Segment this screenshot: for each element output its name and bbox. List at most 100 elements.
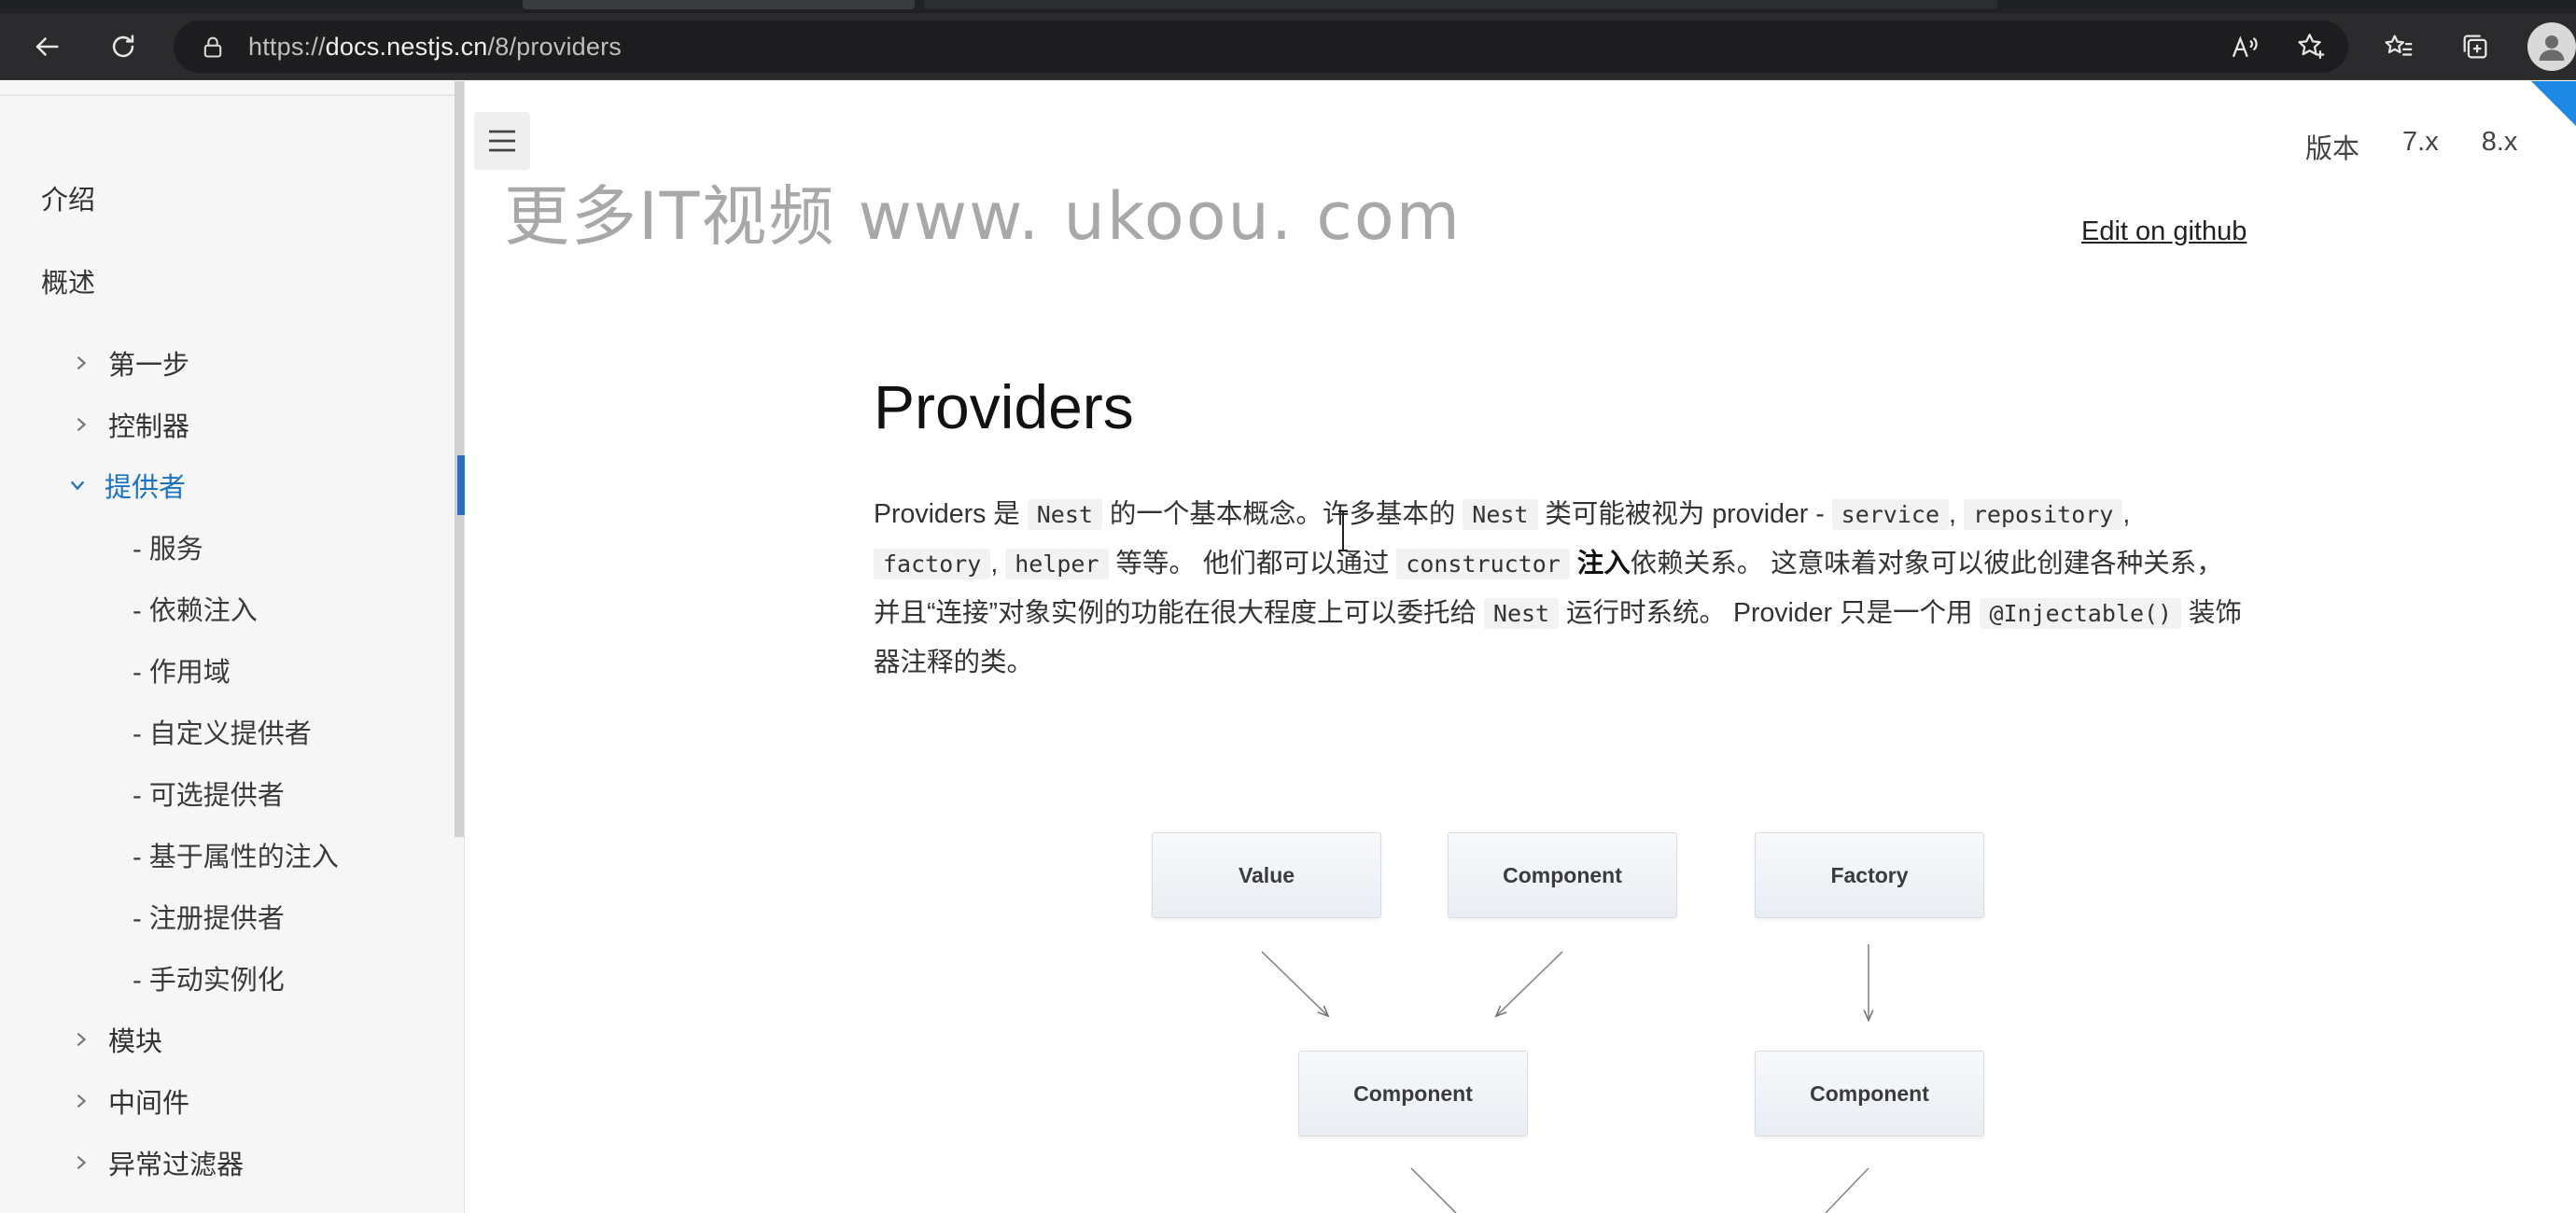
browser-toolbar: https://docs.nestjs.cn/8/providers [0,13,2576,80]
intro-text: , [1949,499,1964,529]
edit-on-github-link[interactable]: Edit on github [2081,216,2247,247]
read-aloud-icon [2233,35,2258,58]
add-favorite-button[interactable] [2287,22,2335,71]
url-host: docs.nestjs.cn [325,32,488,61]
diagram-node-component: Component [1448,832,1677,918]
sidebar-group-middleware[interactable]: 中间件 [0,1075,455,1127]
sidebar-subitem-scopes[interactable]: - 作用域 [0,644,455,696]
inline-code: Nest [1483,598,1560,629]
text-cursor-icon [1337,509,1350,552]
favorites-button[interactable] [2374,22,2423,71]
chevron-down-icon [69,475,90,495]
user-icon [2539,35,2565,61]
browser-tab-active[interactable] [523,0,915,9]
sidebar-subitem-custom-providers[interactable]: - 自定义提供者 [0,705,455,758]
sidebar-subitem-register-provider[interactable]: - 注册提供者 [0,890,455,942]
version-switcher: 版本 7.x 8.x [2305,127,2517,166]
arrow-left-icon [35,37,59,56]
intro-text: 类可能被视为 provider - [1537,499,1832,529]
diagram-node-factory: Factory [1755,832,1984,918]
inline-code: factory [874,549,991,579]
sidebar-group-label: 第一步 [108,351,190,381]
sidebar-group-label: 中间件 [108,1089,190,1119]
sidebar-subitem-optional-providers[interactable]: - 可选提供者 [0,767,455,819]
connector-line [1825,1167,1869,1213]
sidebar-subitem-services[interactable]: - 服务 [0,521,455,573]
page-title: Providers [874,372,1134,441]
sidebar-subitem-label: - 服务 [133,535,203,565]
reload-button[interactable] [99,22,147,71]
intro-text: Providers 是 [874,499,1028,529]
inline-code: constructor [1396,549,1570,579]
connector-line [1410,1167,1457,1213]
sidebar-item-label: 介绍 [41,186,96,216]
inline-code: helper [1005,549,1109,579]
tab-strip [0,0,2576,13]
sidebar-item-label: 概述 [41,269,96,299]
diagram-node-component: Component [1298,1051,1528,1136]
chevron-right-icon [73,1091,93,1111]
providers-diagram: Value Component Factory Component Compon… [1120,821,2053,1213]
address-bar[interactable]: https://docs.nestjs.cn/8/providers [174,21,2348,73]
sidebar-subitem-label: - 依赖注入 [133,596,258,626]
url-text[interactable]: https://docs.nestjs.cn/8/providers [248,33,622,62]
sidebar-group-first-steps[interactable]: 第一步 [0,337,455,389]
sidebar-item-overview[interactable]: 概述 [0,255,455,307]
intro-paragraph: Providers 是 Nest 的一个基本概念。许多基本的 Nest 类可能被… [874,490,2246,688]
active-item-indicator [457,455,465,515]
intro-text: , [2122,499,2131,529]
intro-text: , [990,549,1006,579]
sidebar-subitem-label: - 可选提供者 [133,781,285,811]
sidebar-subitem-label: - 作用域 [133,658,231,688]
hamburger-icon [489,130,515,152]
sidebar-group-label: 异常过滤器 [108,1150,245,1180]
docs-sidebar: 介绍 概述 第一步 控制器 提供者 - 服务 - 依赖注入 - 作用域 - 自定… [0,81,465,1213]
chevron-right-icon [73,414,93,435]
corner-ribbon[interactable] [2531,81,2576,126]
browser-tab[interactable] [924,0,1997,9]
lock-icon[interactable] [200,32,230,62]
inline-code: Nest [1027,499,1102,530]
sidebar-group-modules[interactable]: 模块 [0,1013,455,1066]
version-option-7x[interactable]: 7.x [2402,127,2439,166]
sidebar-group-label: 提供者 [105,473,187,503]
intro-text [1570,549,1577,579]
sidebar-item-introduction[interactable]: 介绍 [0,172,455,224]
sidebar-subitem-dependency-injection[interactable]: - 依赖注入 [0,582,455,634]
watermark-text: 更多IT视频 www. ukoou. com [504,178,1462,255]
arrow-line [1497,951,1563,1015]
collections-icon [2463,35,2487,59]
sidebar-top-divider [0,94,455,96]
sidebar-subitem-property-injection[interactable]: - 基于属性的注入 [0,829,455,881]
sidebar-group-exception-filters[interactable]: 异常过滤器 [0,1136,455,1189]
sidebar-subitem-label: - 注册提供者 [133,904,285,934]
intro-text: 运行时系统。 Provider 只是一个用 [1559,598,1981,628]
intro-text: 的一个基本概念。许多基本的 [1101,499,1463,529]
refresh-icon [112,35,134,58]
sidebar-group-providers[interactable]: 提供者 [0,459,455,511]
version-label: 版本 [2305,134,2360,164]
inline-code: repository [1963,499,2123,530]
chevron-right-icon [73,353,93,373]
menu-toggle-button[interactable] [474,112,530,170]
inline-code: @Injectable() [1980,598,2182,629]
sidebar-subitem-label: - 自定义提供者 [133,719,312,749]
url-scheme: https:// [248,32,326,61]
collections-button[interactable] [2451,22,2499,71]
diagram-node-value: Value [1152,832,1381,918]
sidebar-group-label: 控制器 [108,412,190,442]
intro-text: 等等。 他们都可以通过 [1108,549,1397,579]
sidebar-subitem-label: - 基于属性的注入 [133,843,339,872]
favorites-list-icon [2385,35,2413,56]
star-plus-icon [2298,34,2325,59]
url-path: /8/providers [487,32,622,61]
sidebar-group-label: 模块 [108,1027,163,1057]
sidebar-subitem-manual-instantiation[interactable]: - 手动实例化 [0,952,455,1004]
read-aloud-button[interactable] [2221,22,2270,71]
chevron-right-icon [73,1152,93,1173]
back-button[interactable] [22,22,71,71]
sidebar-group-controllers[interactable]: 控制器 [0,398,455,451]
version-option-8x[interactable]: 8.x [2482,127,2518,166]
profile-avatar[interactable] [2527,22,2576,71]
inline-code: service [1831,499,1949,530]
